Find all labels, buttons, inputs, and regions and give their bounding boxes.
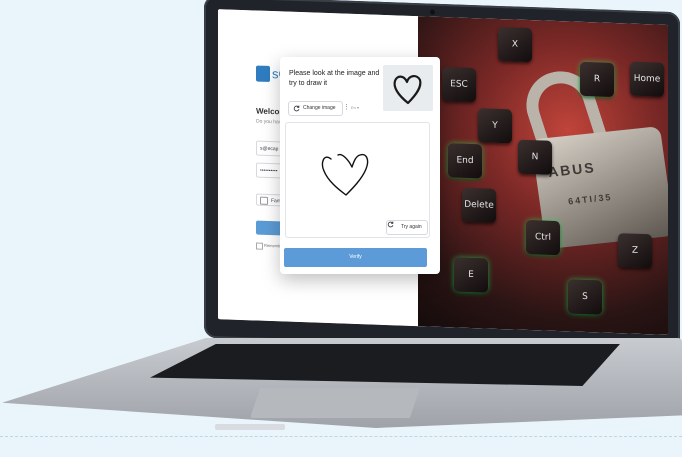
refresh-icon xyxy=(293,105,300,112)
laptop-lip xyxy=(215,424,285,430)
heart-icon xyxy=(393,75,422,105)
dashed-divider xyxy=(0,436,682,437)
brand-logo-icon xyxy=(256,65,270,82)
try-again-label: Try again xyxy=(401,224,422,230)
keycap: N xyxy=(518,139,552,175)
captcha-prompt: Please look at the image and try to draw… xyxy=(289,70,380,87)
language-select[interactable]: En ▾ xyxy=(351,105,359,110)
keycap: ESC xyxy=(442,67,476,103)
keycap: R xyxy=(580,61,614,98)
keycap: E xyxy=(454,257,488,293)
keycap: Y xyxy=(478,108,512,144)
keycap: End xyxy=(448,143,482,179)
background-photo: ABUS 64TI/35 X ESC R Home End Delete Ctr… xyxy=(418,16,668,335)
change-image-label: Change image xyxy=(303,105,336,111)
laptop-lid: sC Welcom Do you have s@ecap •••••••••• … xyxy=(204,0,680,355)
change-image-button[interactable]: Change image xyxy=(288,101,343,116)
more-options-icon[interactable]: ⋮ xyxy=(343,103,350,113)
verify-button[interactable]: Verify xyxy=(284,248,427,267)
laptop-trackpad xyxy=(250,388,420,418)
keycap: S xyxy=(568,279,602,315)
drawing-canvas[interactable]: Try again xyxy=(285,122,430,238)
captcha-reference-image xyxy=(383,65,433,111)
keycap: Z xyxy=(618,233,652,269)
try-again-button[interactable]: Try again xyxy=(386,220,428,235)
camera-icon xyxy=(430,9,435,15)
refresh-icon xyxy=(387,221,394,228)
captcha-card: Please look at the image and try to draw… xyxy=(280,57,440,274)
keycap: X xyxy=(498,26,532,63)
keycap: Ctrl xyxy=(526,219,560,256)
keycap: Delete xyxy=(462,187,496,223)
keycap: Home xyxy=(630,61,664,97)
